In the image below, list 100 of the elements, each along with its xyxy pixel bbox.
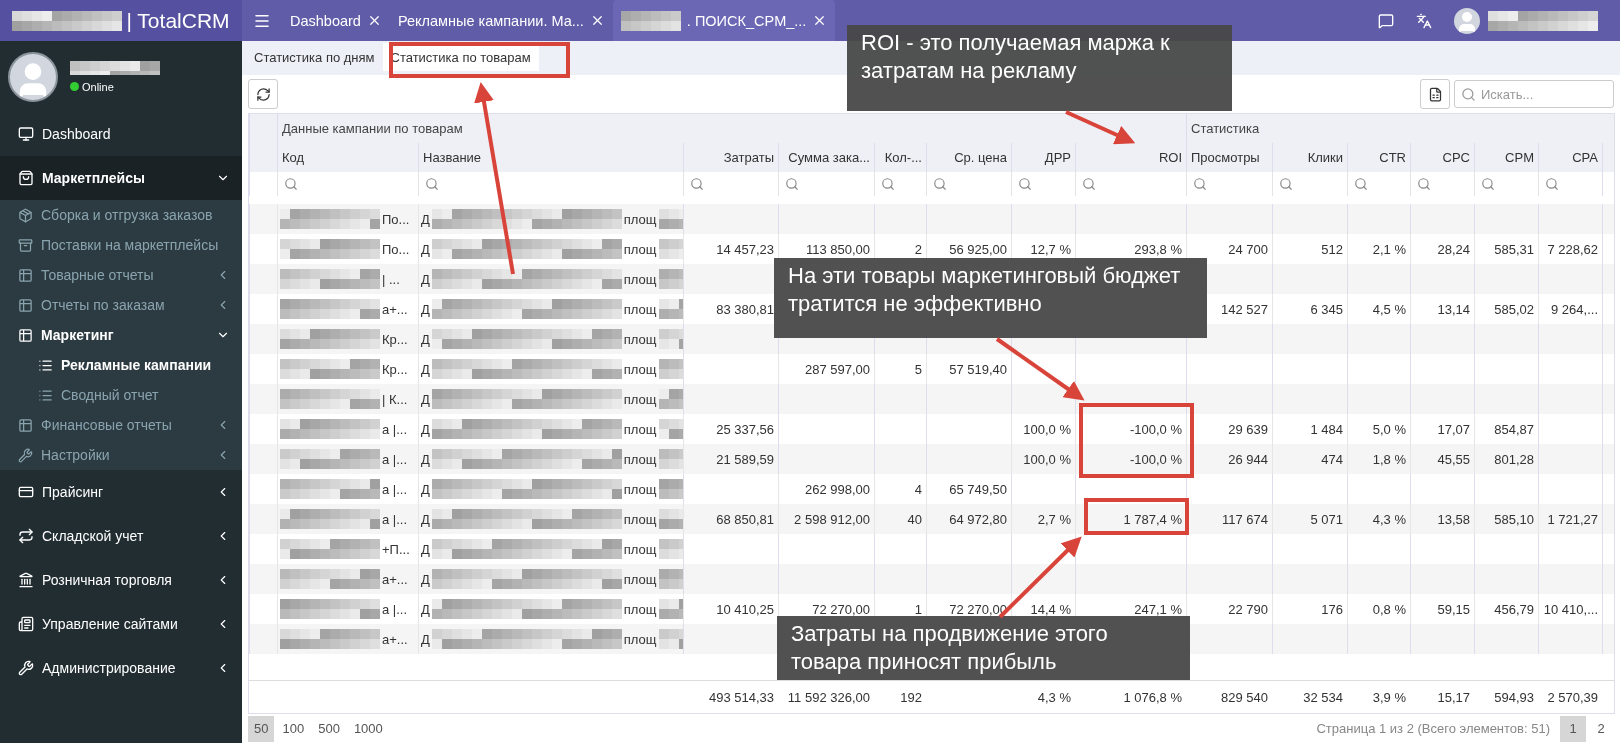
filter-search-icon[interactable] [1018,177,1032,191]
filter-search-icon[interactable] [1193,177,1207,191]
table-cell: площ [623,391,657,407]
callout: ROI - это получаемая маржа к затратам на рекламу [847,25,1232,111]
filter-search-icon[interactable] [690,177,704,191]
submenu-item[interactable]: Товарные отчеты [0,260,242,290]
filter-search-icon[interactable] [1279,177,1293,191]
tab[interactable]: Dashboard [282,0,390,41]
menu-item-icon [18,616,34,632]
table-cell: а+... [382,571,408,587]
status-label: Online [82,80,114,93]
table-cell: а |... [382,451,408,467]
submenu-item[interactable]: Настройки [0,440,242,470]
table-cell: Д [421,511,430,527]
total-cell-text: 3,9 % [1371,688,1407,707]
submenu-item[interactable]: Поставки на маркетплейсы [0,230,242,260]
sidebar-item[interactable]: Розничная торговля [0,558,242,602]
total-cell-text: 15,17 [1436,688,1471,707]
submenu-item[interactable]: Сборка и отгрузка заказов [0,200,242,230]
submenu-item[interactable]: Сводный отчет [0,380,242,410]
total-cell-text: 594,93 [1493,688,1535,707]
sidebar-item[interactable]: Dashboard [0,112,242,156]
sidebar-item[interactable]: Администрирование [0,646,242,690]
total-cell-text: 192 [899,688,923,707]
menu-item-icon [18,126,34,142]
sidebar-item[interactable]: Управление сайтами [0,602,242,646]
total-cell-text: 493 514,33 [707,688,775,707]
table-cell: Д [421,391,430,407]
table-cell: Д [421,241,430,257]
filter-search-icon[interactable] [425,177,439,191]
spreadsheet-icon [1427,86,1443,102]
table-cell: Д [421,481,430,497]
page-size-button[interactable]: 100 [276,715,311,742]
table-cell: а |... [382,481,408,497]
callout: На эти товары маркетинговый бюджет тратится не эффективно [774,258,1207,338]
table-cell: Д [421,631,430,647]
translate-icon[interactable] [1416,12,1432,29]
user-avatar [8,51,58,102]
table-cell: площ [623,541,657,557]
table-cell: площ [623,361,657,377]
filter-search-icon[interactable] [1481,177,1495,191]
table-cell: Кр... [382,331,408,347]
arrow [1065,110,1136,145]
table-cell: площ [623,241,657,257]
filter-search-icon[interactable] [881,177,895,191]
chat-icon[interactable] [1378,12,1394,29]
app-logo: | TotalCRM [126,8,230,33]
filter-search-icon[interactable] [1545,177,1559,191]
table-cell: площ [623,211,657,227]
table-cell: площ [623,421,657,437]
table-cell: а+... [382,301,408,317]
tab[interactable]: . ПОИСК_CPM_... [612,0,836,41]
table-cell: площ [623,571,657,587]
table-cell: а+... [382,631,408,647]
table-cell: Д [421,211,430,227]
filter-search-icon[interactable] [933,177,947,191]
menu-item-icon [18,572,34,588]
table-cell: площ [623,631,657,647]
search-icon [1461,86,1476,102]
table-cell: Д [421,271,430,287]
refresh-button[interactable] [248,79,278,109]
subtab[interactable]: Статистика по дням [246,43,383,71]
excel-export-button[interactable] [1420,79,1450,109]
sidebar-item[interactable]: Прайсинг [0,470,242,514]
menu-item-icon [18,237,33,253]
table-cell: | ... [382,271,400,287]
filter-search-icon[interactable] [284,177,298,191]
table-cell: Д [421,541,430,557]
total-cell-text: 4,3 % [1036,688,1072,707]
user-avatar[interactable] [1454,7,1480,34]
page-button[interactable]: 2 [1588,715,1614,742]
page-size-button[interactable]: 50 [248,715,275,742]
filter-search-icon[interactable] [1082,177,1096,191]
table-cell: Кр... [382,361,408,377]
table-cell: | К... [382,391,408,407]
total-cell-text: 11 592 326,00 [786,688,871,707]
tab[interactable]: Рекламные кампании. Ма... [389,0,613,41]
submenu-item[interactable]: Финансовые отчеты [0,410,242,440]
page-size-button[interactable]: 500 [312,715,346,742]
filter-search-icon[interactable] [1417,177,1431,191]
table-cell: По... [382,241,410,257]
table-cell: площ [623,331,657,347]
total-cell-text: 32 534 [1302,688,1344,707]
menu-item-icon [18,528,34,544]
table-cell: площ [623,481,657,497]
filter-search-icon[interactable] [785,177,799,191]
page-button[interactable]: 1 [1560,715,1586,742]
sidebar-item[interactable]: Маркетплейсы [0,156,242,200]
table-cell: площ [623,301,657,317]
filter-search-icon[interactable] [1354,177,1368,191]
submenu-item[interactable]: Отчеты по заказам [0,290,242,320]
submenu-item[interactable]: Рекламные кампании [0,350,242,380]
table-cell: площ [623,601,657,617]
table-cell: Д [421,421,430,437]
submenu-item[interactable]: Маркетинг [0,320,242,350]
menu-item-icon [18,297,33,313]
sidebar-item[interactable]: Складской учет [0,514,242,558]
page-size-button[interactable]: 1000 [347,715,389,742]
menu-item-icon [18,417,33,433]
menu-item-icon [18,207,33,223]
